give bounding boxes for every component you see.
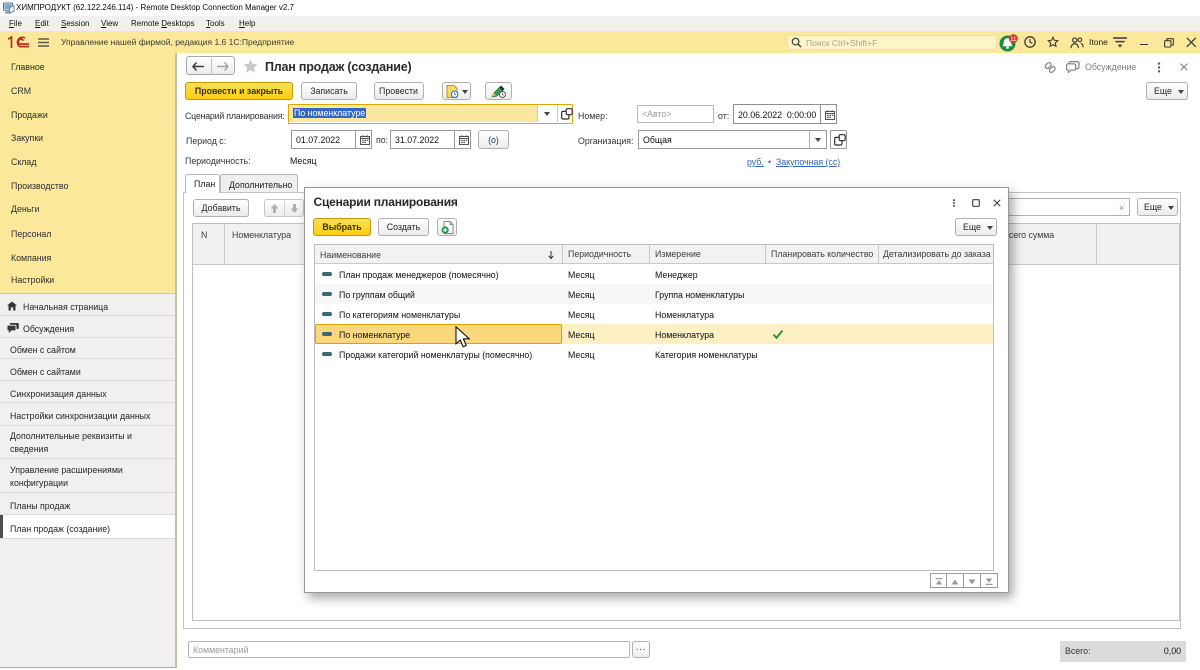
svg-text:11: 11: [1010, 36, 1017, 43]
